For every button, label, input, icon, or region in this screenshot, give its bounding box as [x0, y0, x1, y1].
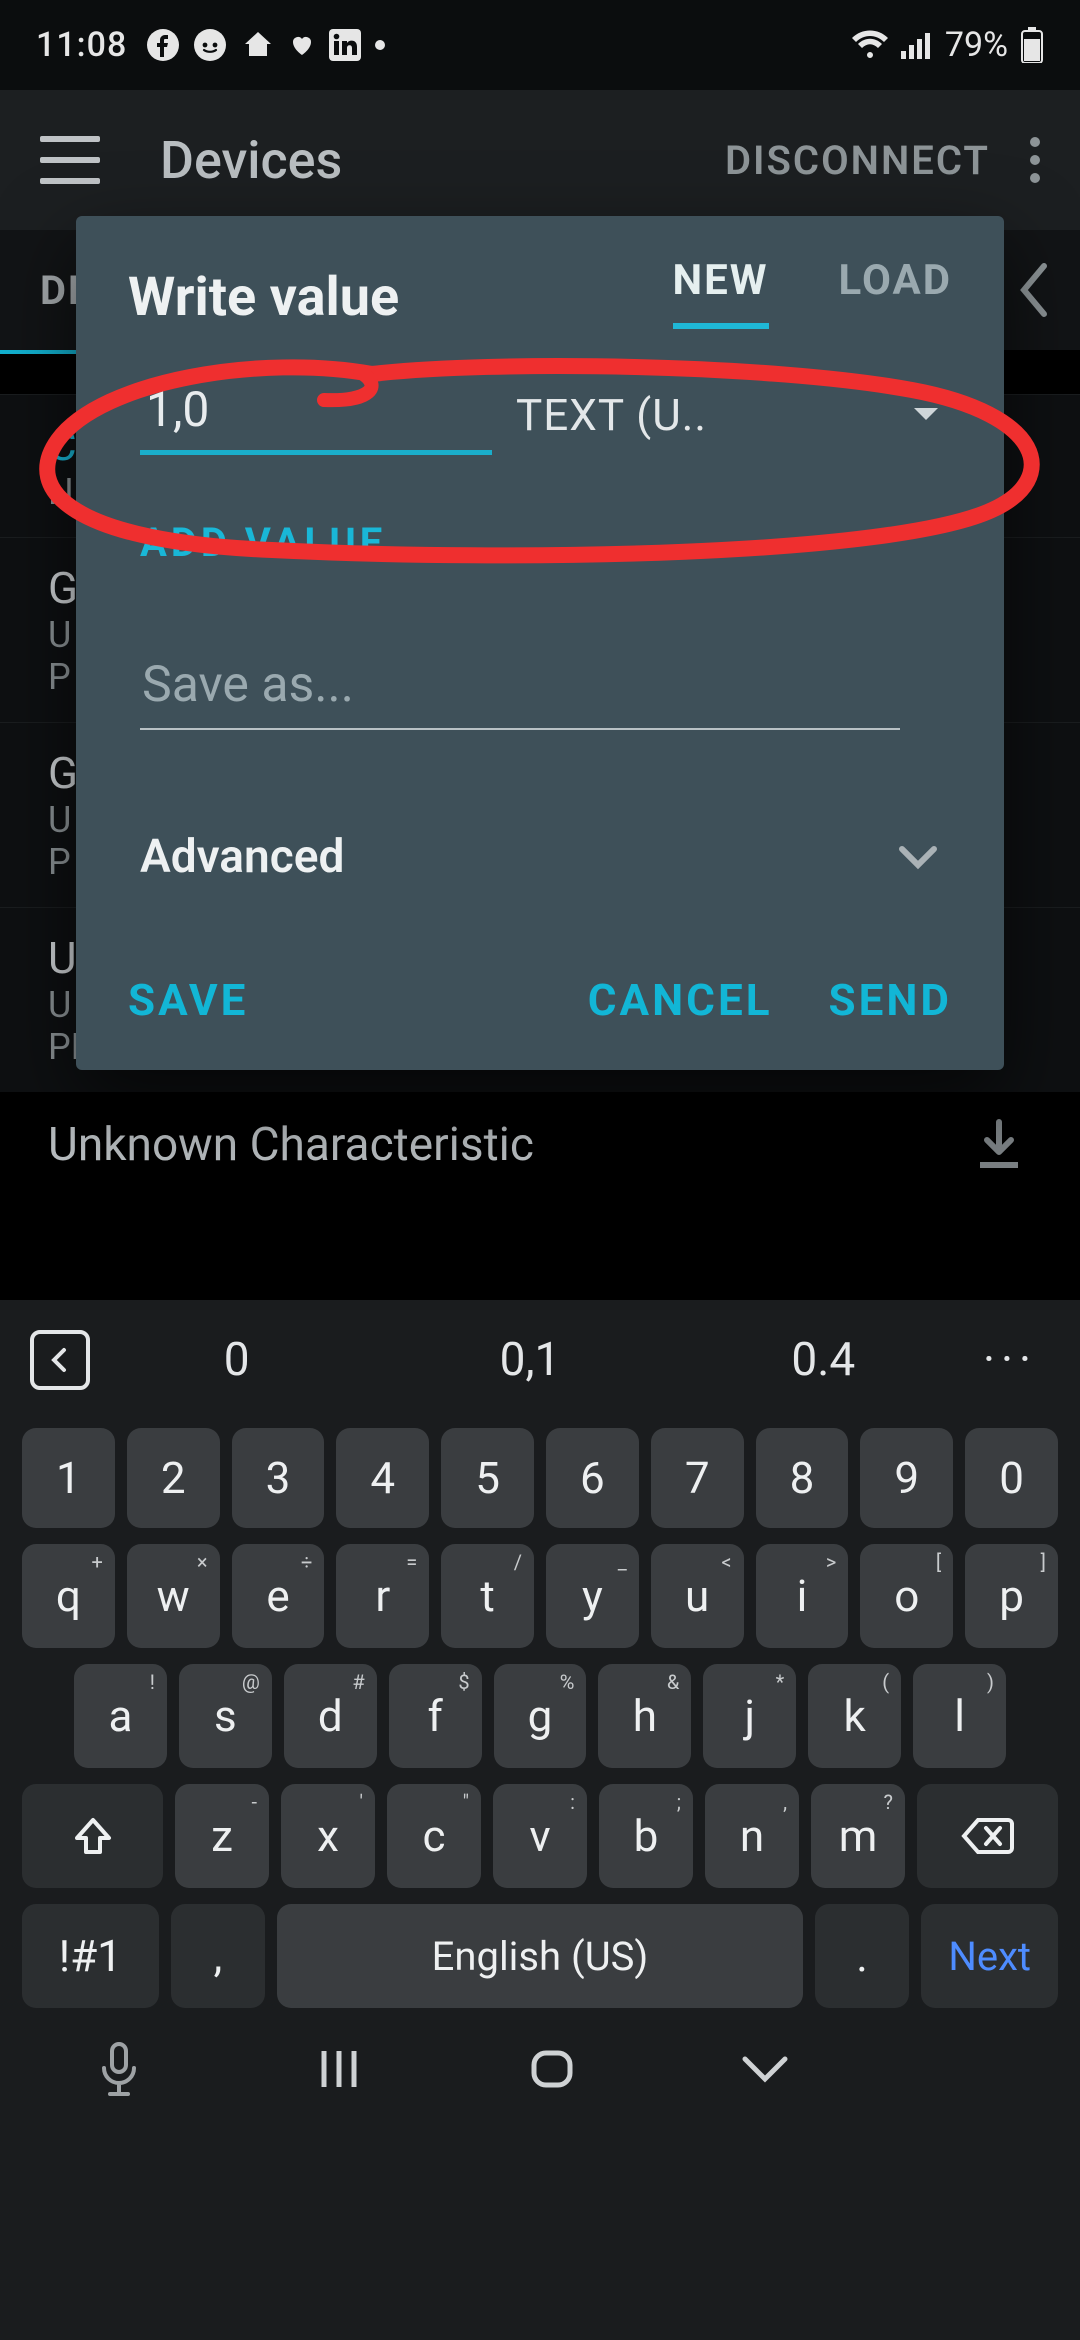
next-key[interactable]: Next: [921, 1904, 1058, 2008]
key-0[interactable]: 0: [965, 1428, 1058, 1528]
keyboard: 0 0,1 0.4 ··· 1234567890 q+w×e÷r=t/y_u<i…: [0, 1300, 1080, 2340]
key-b[interactable]: b;: [599, 1784, 693, 1888]
key-r[interactable]: r=: [336, 1544, 429, 1648]
signal-icon: [901, 31, 933, 59]
key-v[interactable]: v:: [493, 1784, 587, 1888]
key-x[interactable]: x': [281, 1784, 375, 1888]
key-g[interactable]: g%: [494, 1664, 587, 1768]
key-row-bottom: !#1 , English (US) . Next: [0, 1896, 1080, 2016]
dropdown-caret-icon: [912, 406, 940, 424]
comma-key[interactable]: ,: [171, 1904, 266, 2008]
app-bar: Devices DISCONNECT: [0, 90, 1080, 230]
key-7[interactable]: 7: [651, 1428, 744, 1528]
key-row-2: a!s@d#f$g%h&j*k(l): [0, 1656, 1080, 1776]
nav-bar: [0, 2016, 1080, 2136]
key-t[interactable]: t/: [441, 1544, 534, 1648]
value-input[interactable]: [140, 375, 492, 455]
period-key[interactable]: .: [815, 1904, 910, 2008]
space-key[interactable]: English (US): [277, 1904, 803, 2008]
download-icon[interactable]: [972, 1118, 1032, 1172]
key-p[interactable]: p]: [965, 1544, 1058, 1648]
send-button[interactable]: SEND: [829, 974, 952, 1026]
tab-new[interactable]: NEW: [673, 256, 769, 329]
nav-recents-icon[interactable]: [299, 2047, 379, 2091]
type-select-label: TEXT (U..: [516, 389, 707, 441]
key-d[interactable]: d#: [284, 1664, 377, 1768]
key-e[interactable]: e÷: [232, 1544, 325, 1648]
linkedin-icon: [329, 29, 361, 61]
battery-pct: 79%: [945, 25, 1008, 65]
key-row-1: q+w×e÷r=t/y_u<i>o[p]: [0, 1536, 1080, 1656]
dot-icon: [375, 40, 385, 50]
suggestion-back-icon[interactable]: [30, 1330, 90, 1390]
nav-back-icon[interactable]: [725, 2051, 805, 2087]
suggestion-2[interactable]: 0,1: [383, 1333, 676, 1387]
mic-icon[interactable]: [96, 2040, 166, 2098]
key-a[interactable]: a!: [74, 1664, 167, 1768]
add-value-button[interactable]: ADD VALUE: [76, 455, 1004, 566]
type-select[interactable]: TEXT (U..: [516, 389, 940, 441]
menu-icon[interactable]: [40, 136, 100, 184]
key-j[interactable]: j*: [703, 1664, 796, 1768]
key-8[interactable]: 8: [756, 1428, 849, 1528]
key-q[interactable]: q+: [22, 1544, 115, 1648]
nav-home-icon[interactable]: [512, 2047, 592, 2091]
key-f[interactable]: f$: [389, 1664, 482, 1768]
key-9[interactable]: 9: [860, 1428, 953, 1528]
overflow-menu-icon[interactable]: [1030, 137, 1040, 183]
key-2[interactable]: 2: [127, 1428, 220, 1528]
save-button[interactable]: SAVE: [128, 974, 248, 1026]
key-y[interactable]: y_: [546, 1544, 639, 1648]
key-s[interactable]: s@: [179, 1664, 272, 1768]
advanced-toggle[interactable]: Advanced: [76, 730, 1004, 884]
cancel-button[interactable]: CANCEL: [588, 974, 773, 1026]
key-h[interactable]: h&: [598, 1664, 691, 1768]
key-n[interactable]: n,: [705, 1784, 799, 1888]
key-k[interactable]: k(: [808, 1664, 901, 1768]
key-row-numbers: 1234567890: [0, 1420, 1080, 1536]
dialog-title: Write value: [128, 266, 399, 329]
key-l[interactable]: l): [913, 1664, 1006, 1768]
home-icon: [241, 28, 275, 62]
key-w[interactable]: w×: [127, 1544, 220, 1648]
chevron-left-icon[interactable]: [1014, 260, 1050, 320]
key-i[interactable]: i>: [756, 1544, 849, 1648]
key-5[interactable]: 5: [441, 1428, 534, 1528]
status-bar: 11:08 79%: [0, 0, 1080, 90]
status-time: 11:08: [36, 25, 127, 65]
chevron-down-icon: [896, 843, 940, 871]
key-3[interactable]: 3: [232, 1428, 325, 1528]
key-z[interactable]: z-: [175, 1784, 269, 1888]
key-o[interactable]: o[: [860, 1544, 953, 1648]
shift-key[interactable]: [22, 1784, 163, 1888]
key-6[interactable]: 6: [546, 1428, 639, 1528]
facebook-icon: [147, 29, 179, 61]
key-row-3: z-x'c"v:b;n,m?: [0, 1776, 1080, 1896]
app-title: Devices: [160, 130, 342, 191]
save-as-input[interactable]: [140, 650, 900, 730]
reddit-icon: [193, 28, 227, 62]
symbols-key[interactable]: !#1: [22, 1904, 159, 2008]
key-u[interactable]: u<: [651, 1544, 744, 1648]
suggestion-more-icon[interactable]: ···: [970, 1333, 1050, 1387]
suggestion-3[interactable]: 0.4: [677, 1333, 970, 1387]
heart-icon: [289, 32, 315, 58]
suggestion-bar: 0 0,1 0.4 ···: [0, 1300, 1080, 1420]
key-m[interactable]: m?: [811, 1784, 905, 1888]
key-c[interactable]: c": [387, 1784, 481, 1888]
tab-load[interactable]: LOAD: [839, 256, 952, 329]
key-4[interactable]: 4: [336, 1428, 429, 1528]
disconnect-button[interactable]: DISCONNECT: [725, 137, 990, 184]
wifi-icon: [851, 30, 889, 60]
advanced-label: Advanced: [140, 830, 344, 884]
suggestion-1[interactable]: 0: [90, 1333, 383, 1387]
characteristic-row[interactable]: Unknown Characteristic: [0, 1092, 1080, 1198]
battery-icon: [1020, 27, 1044, 63]
backspace-key[interactable]: [917, 1784, 1058, 1888]
key-1[interactable]: 1: [22, 1428, 115, 1528]
write-value-dialog: Write value NEW LOAD TEXT (U.. ADD VALUE…: [76, 216, 1004, 1070]
